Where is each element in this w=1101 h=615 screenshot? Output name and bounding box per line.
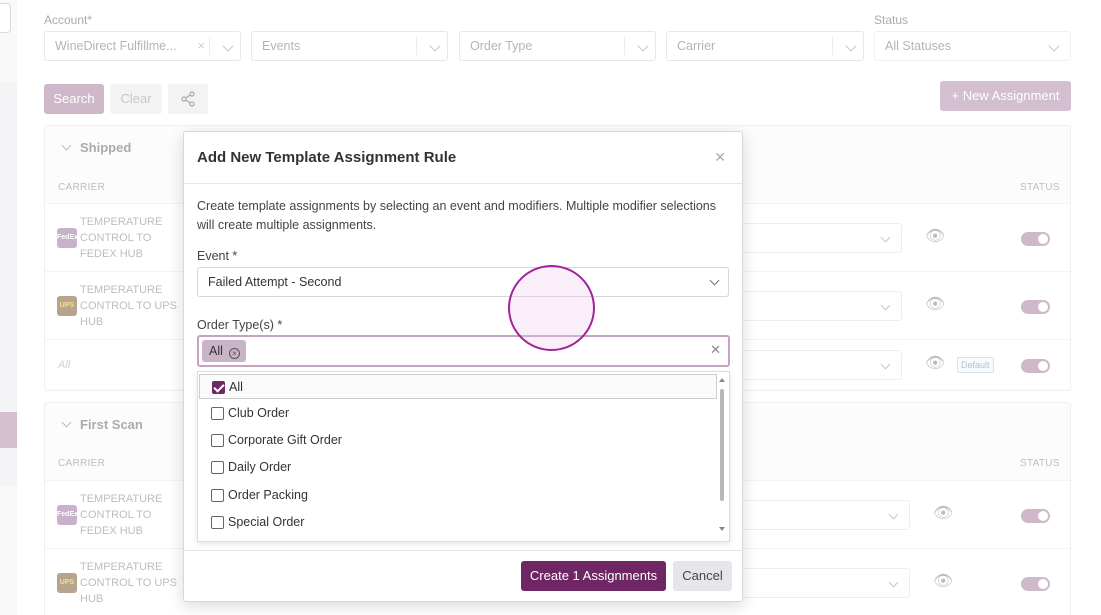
option-special-order[interactable]: Special Order <box>199 510 717 535</box>
option-label: Corporate Gift Order <box>228 433 342 447</box>
option-label: Special Order <box>228 515 305 529</box>
create-assignments-button[interactable]: Create 1 Assignments <box>521 561 666 591</box>
option-order-packing[interactable]: Order Packing <box>199 483 717 508</box>
modal-footer-divider <box>184 550 742 551</box>
scroll-thumb[interactable] <box>720 389 724 501</box>
option-label: All <box>229 380 243 394</box>
modal-title: Add New Template Assignment Rule <box>197 149 457 166</box>
selected-chip: All × <box>202 340 246 362</box>
option-all[interactable]: All <box>199 374 717 399</box>
order-types-multiselect[interactable]: All × ✕ <box>197 335 730 367</box>
option-corporate-gift-order[interactable]: Corporate Gift Order <box>199 428 717 453</box>
modal-description: Create template assignments by selecting… <box>197 199 717 232</box>
option-label: Daily Order <box>228 460 292 474</box>
checkbox[interactable] <box>211 407 224 420</box>
checkbox-checked[interactable] <box>212 381 225 394</box>
cursor-highlight <box>508 265 595 351</box>
chevron-down-icon <box>709 275 720 286</box>
cancel-button[interactable]: Cancel <box>673 561 732 591</box>
close-icon[interactable]: ✕ <box>714 149 726 166</box>
scroll-up-icon[interactable] <box>719 378 725 382</box>
scroll-down-icon[interactable] <box>719 527 725 531</box>
remove-chip-icon[interactable]: × <box>228 348 240 359</box>
event-select[interactable]: Failed Attempt - Second <box>197 267 729 297</box>
add-rule-modal: Add New Template Assignment Rule ✕ Creat… <box>183 131 743 602</box>
checkbox[interactable] <box>211 461 224 474</box>
chip-label: All <box>209 344 223 358</box>
clear-icon[interactable]: ✕ <box>710 342 721 358</box>
option-label: Club Order <box>228 406 290 420</box>
option-daily-order[interactable]: Daily Order <box>199 455 717 480</box>
event-label: Event * <box>197 249 238 263</box>
checkbox[interactable] <box>211 516 224 529</box>
order-types-dropdown: All Club Order Corporate Gift Order Dail… <box>197 371 730 542</box>
option-label: Order Packing <box>228 488 308 502</box>
option-club-order[interactable]: Club Order <box>199 401 717 426</box>
modal-divider <box>184 183 742 184</box>
event-value: Failed Attempt - Second <box>208 275 342 289</box>
dropdown-scrollbar[interactable] <box>719 374 727 539</box>
checkbox[interactable] <box>211 434 224 447</box>
order-types-label: Order Type(s) * <box>197 318 283 332</box>
checkbox[interactable] <box>211 489 224 502</box>
